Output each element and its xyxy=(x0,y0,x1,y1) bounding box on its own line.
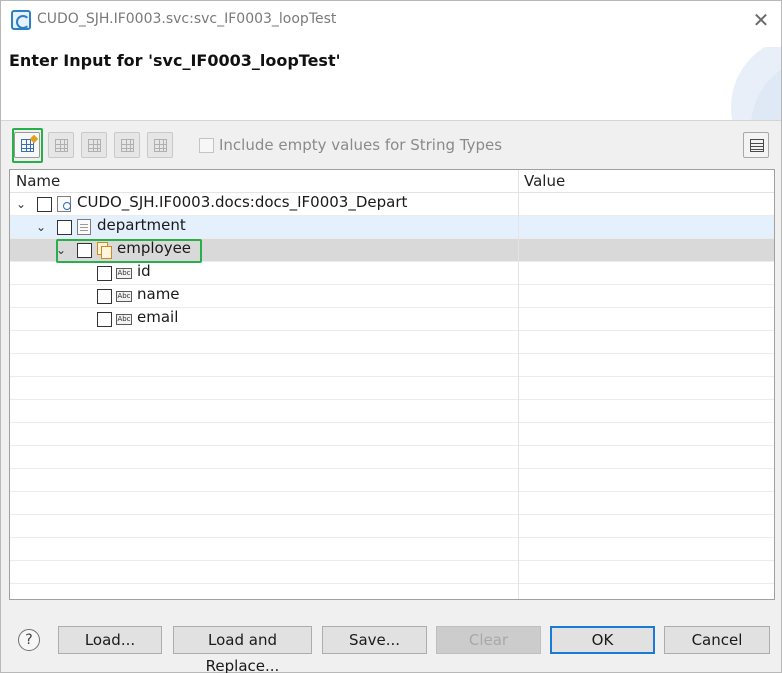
edit-row-icon xyxy=(121,139,134,152)
row-label-root: CUDO_SJH.IF0003.docs:docs_IF0003_Depart xyxy=(77,193,408,211)
row-label-employee: employee xyxy=(117,239,192,257)
table-view-button[interactable] xyxy=(743,132,769,158)
load-button[interactable]: Load... xyxy=(58,626,162,654)
row-checkbox-email[interactable] xyxy=(97,312,112,327)
window-title: CUDO_SJH.IF0003.svc:svc_IF0003_loopTest xyxy=(37,11,337,27)
tree-row-root[interactable]: ⌄ CUDO_SJH.IF0003.docs:docs_IF0003_Depar… xyxy=(10,193,774,216)
include-empty-label: Include empty values for String Types xyxy=(219,136,503,154)
input-tree-table[interactable]: Name Value ⌄ CUDO_SJH.IF0003.docs:docs_I… xyxy=(9,169,775,600)
row-checkbox-root[interactable] xyxy=(37,197,52,212)
empty-row xyxy=(10,331,774,354)
expand-employee-twisty[interactable]: ⌄ xyxy=(55,243,67,257)
add-row-button[interactable] xyxy=(14,132,40,158)
dialog-header: Enter Input for 'svc_IF0003_loopTest' xyxy=(1,39,781,121)
save-button[interactable]: Save... xyxy=(322,626,427,654)
cancel-button[interactable]: Cancel xyxy=(664,626,770,654)
tree-row-email[interactable]: Abc email xyxy=(10,308,774,331)
app-icon xyxy=(11,10,31,30)
empty-row xyxy=(10,538,774,561)
empty-row xyxy=(10,423,774,446)
delete-row-button[interactable] xyxy=(81,132,107,158)
tree-row-department[interactable]: ⌄ department xyxy=(10,216,774,239)
row-checkbox-name[interactable] xyxy=(97,289,112,304)
insert-row-button[interactable] xyxy=(48,132,74,158)
dialog-title: Enter Input for 'svc_IF0003_loopTest' xyxy=(9,51,341,70)
column-divider[interactable] xyxy=(518,170,519,599)
empty-row xyxy=(10,400,774,423)
string-icon: Abc xyxy=(116,291,132,302)
tree-row-employee[interactable]: ⌄ employee xyxy=(10,239,774,262)
row-checkbox-department[interactable] xyxy=(57,220,72,235)
load-and-replace-button[interactable]: Load and Replace... xyxy=(173,626,312,673)
tree-row-id[interactable]: Abc id xyxy=(10,262,774,285)
row-label-name: name xyxy=(137,285,180,303)
document-reference-icon xyxy=(57,196,71,212)
include-empty-checkbox[interactable] xyxy=(199,138,214,153)
row-label-id: id xyxy=(137,262,151,280)
toolbar: Include empty values for String Types xyxy=(1,121,781,169)
tree-row-name[interactable]: Abc name xyxy=(10,285,774,308)
insert-row-icon xyxy=(55,139,68,152)
dialog-window: CUDO_SJH.IF0003.svc:svc_IF0003_loopTest … xyxy=(0,0,782,673)
title-bar: CUDO_SJH.IF0003.svc:svc_IF0003_loopTest … xyxy=(1,1,781,39)
row-checkbox-employee[interactable] xyxy=(77,243,92,258)
row-checkbox-id[interactable] xyxy=(97,266,112,281)
row-label-email: email xyxy=(137,308,179,326)
string-icon: Abc xyxy=(116,268,132,279)
clear-button[interactable]: Clear xyxy=(436,626,541,654)
empty-row xyxy=(10,469,774,492)
document-list-icon xyxy=(97,242,112,259)
banner-decoration xyxy=(691,47,781,120)
close-icon[interactable]: ✕ xyxy=(747,7,775,33)
ok-button[interactable]: OK xyxy=(550,626,655,654)
row-label-department: department xyxy=(97,216,186,234)
empty-row xyxy=(10,492,774,515)
empty-row xyxy=(10,561,774,584)
table-icon xyxy=(750,139,764,152)
string-icon: Abc xyxy=(116,314,132,325)
expand-root-twisty[interactable]: ⌄ xyxy=(15,197,27,211)
empty-row xyxy=(10,354,774,377)
empty-row xyxy=(10,515,774,538)
document-icon xyxy=(77,219,91,235)
delete-row-icon xyxy=(88,139,101,152)
help-icon[interactable]: ? xyxy=(18,629,40,651)
clear-row-button[interactable] xyxy=(147,132,173,158)
expand-department-twisty[interactable]: ⌄ xyxy=(35,220,47,234)
clear-row-icon xyxy=(154,139,167,152)
edit-row-button[interactable] xyxy=(114,132,140,158)
empty-row xyxy=(10,377,774,400)
empty-row xyxy=(10,446,774,469)
